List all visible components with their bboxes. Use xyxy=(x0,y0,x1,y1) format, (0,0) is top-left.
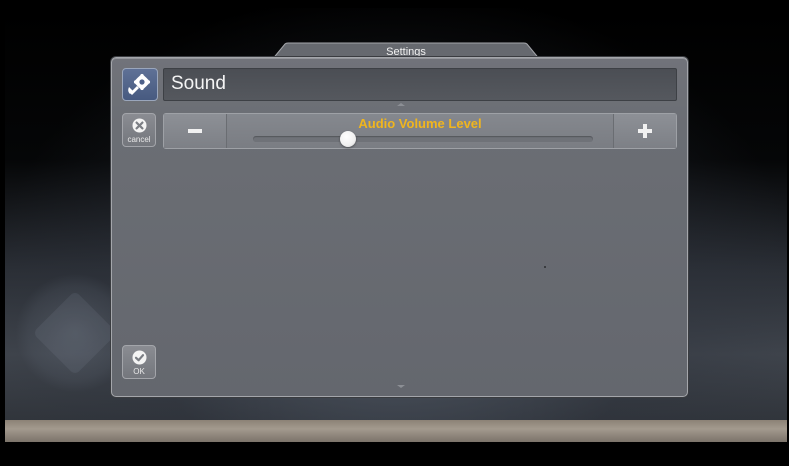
ok-label: OK xyxy=(133,367,145,376)
floor-strip xyxy=(5,420,787,442)
volume-slider-track[interactable] xyxy=(253,136,593,142)
volume-slider-thumb[interactable] xyxy=(340,131,357,147)
audio-volume-control: Audio Volume Level xyxy=(163,113,677,149)
volume-decrease-button[interactable] xyxy=(164,114,227,148)
dot xyxy=(544,266,546,268)
scroll-up-icon[interactable] xyxy=(397,103,405,106)
volume-label: Audio Volume Level xyxy=(358,116,482,131)
minus-icon xyxy=(188,129,202,133)
wrench-gear-icon xyxy=(122,68,158,101)
volume-increase-button[interactable] xyxy=(613,114,676,148)
cancel-label: cancel xyxy=(127,135,151,144)
ok-button[interactable]: OK xyxy=(122,345,156,379)
cancel-button[interactable]: cancel xyxy=(122,113,156,147)
page-title: Sound xyxy=(171,73,226,94)
title-bar: Sound xyxy=(163,68,677,101)
settings-dialog: Sound cancel Audio Volume Level OK xyxy=(111,57,688,397)
scroll-down-icon[interactable] xyxy=(397,385,405,388)
